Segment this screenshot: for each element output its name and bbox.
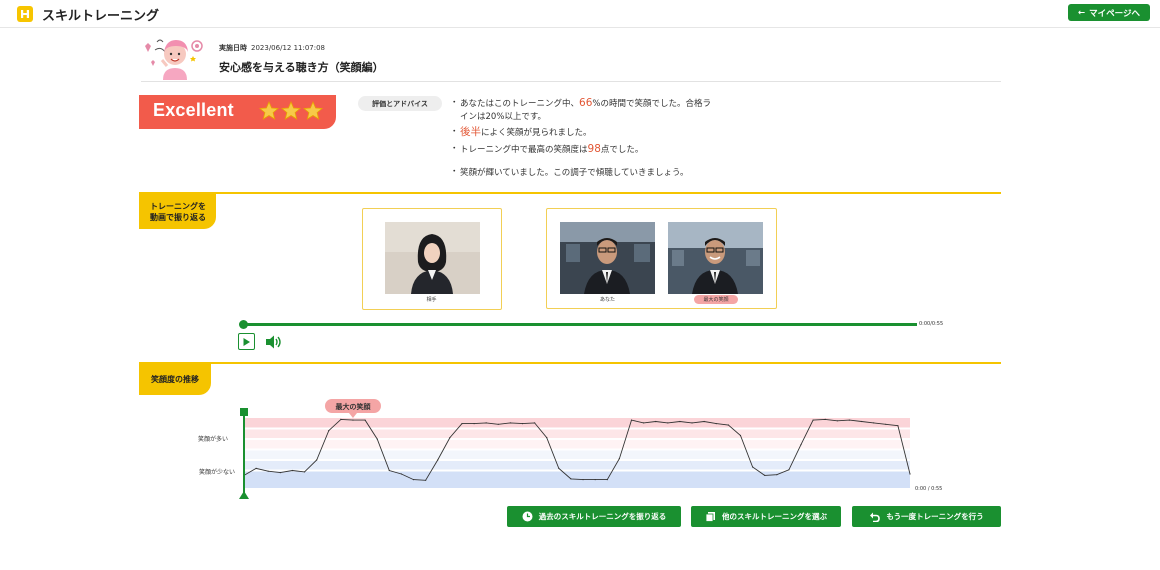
smile-point <box>521 423 524 425</box>
smile-point <box>643 422 645 424</box>
smile-point <box>388 469 390 472</box>
other-training-label: 他のスキルトレーニングを選ぶ <box>722 512 827 521</box>
smile-point <box>449 437 451 439</box>
chart-band <box>244 449 910 460</box>
smile-point <box>546 437 548 439</box>
smile-point <box>412 479 415 481</box>
undo-icon <box>870 512 881 522</box>
smile-point <box>727 424 729 426</box>
smile-point <box>873 422 875 424</box>
smile-point <box>376 438 378 440</box>
other-training-button[interactable]: 他のスキルトレーニングを選ぶ <box>691 506 841 527</box>
smile-point <box>739 434 742 437</box>
smile-point <box>340 418 342 420</box>
smile-point <box>824 418 826 420</box>
smile-point <box>751 466 754 468</box>
smile-point <box>606 479 608 481</box>
smile-point <box>509 422 511 424</box>
smile-point <box>788 469 790 471</box>
smile-point <box>691 422 693 424</box>
chart-playhead-bottom <box>239 491 249 499</box>
smile-point <box>316 459 318 461</box>
smile-point <box>860 420 863 423</box>
chart-max-tag: 最大の笑顔 <box>335 402 371 411</box>
smile-point <box>352 419 354 421</box>
chart-band <box>244 439 910 450</box>
smile-point <box>364 419 366 421</box>
smile-point <box>764 474 766 476</box>
chart-playhead-top <box>240 408 248 416</box>
past-training-button[interactable]: 過去のスキルトレーニングを振り返る <box>507 506 681 527</box>
smile-point <box>400 473 403 475</box>
chart-max-tag-pointer <box>348 413 357 418</box>
smile-point <box>558 467 560 469</box>
smile-point <box>291 469 294 472</box>
smile-point <box>570 478 572 480</box>
smile-point <box>255 467 257 469</box>
clock-icon <box>522 511 533 522</box>
smile-point <box>812 419 814 421</box>
smile-point <box>594 479 596 481</box>
smile-point <box>655 420 657 423</box>
smile-point <box>618 458 620 460</box>
smile-point <box>497 423 499 425</box>
smile-point <box>473 423 475 425</box>
smile-point <box>303 471 306 473</box>
smile-point <box>848 419 851 421</box>
y-label-high: 笑顔が多い <box>198 435 228 443</box>
smile-point <box>630 419 633 421</box>
copy-icon <box>705 512 715 522</box>
smile-point <box>485 422 487 424</box>
chart-band <box>244 428 910 439</box>
smile-point <box>885 423 887 425</box>
smile-point <box>776 474 778 476</box>
smile-point <box>582 479 584 481</box>
smile-point <box>667 422 669 424</box>
smile-point <box>425 479 427 481</box>
smile-trend-chart: 笑顔が多い笑顔が少ない 最大の笑顔 0:00 / 0:55 <box>198 399 942 499</box>
smile-point <box>897 425 899 427</box>
smile-point <box>279 472 281 474</box>
smile-point <box>909 473 911 475</box>
smile-point <box>800 444 802 446</box>
smile-point <box>836 420 838 422</box>
retry-training-label: もう一度トレーニングを行う <box>886 512 984 521</box>
smile-point <box>267 470 269 472</box>
smile-point <box>437 459 439 461</box>
smile-point <box>679 420 681 423</box>
chart-time: 0:00 / 0:55 <box>915 486 942 492</box>
chart-band <box>244 460 910 471</box>
retry-training-button[interactable]: もう一度トレーニングを行う <box>852 506 1001 527</box>
smile-point <box>461 423 463 425</box>
y-label-low: 笑顔が少ない <box>199 468 235 476</box>
smile-point <box>703 420 705 423</box>
smile-point <box>534 422 536 424</box>
smile-point <box>328 430 330 432</box>
smile-point <box>715 423 717 425</box>
past-training-label: 過去のスキルトレーニングを振り返る <box>538 512 667 521</box>
